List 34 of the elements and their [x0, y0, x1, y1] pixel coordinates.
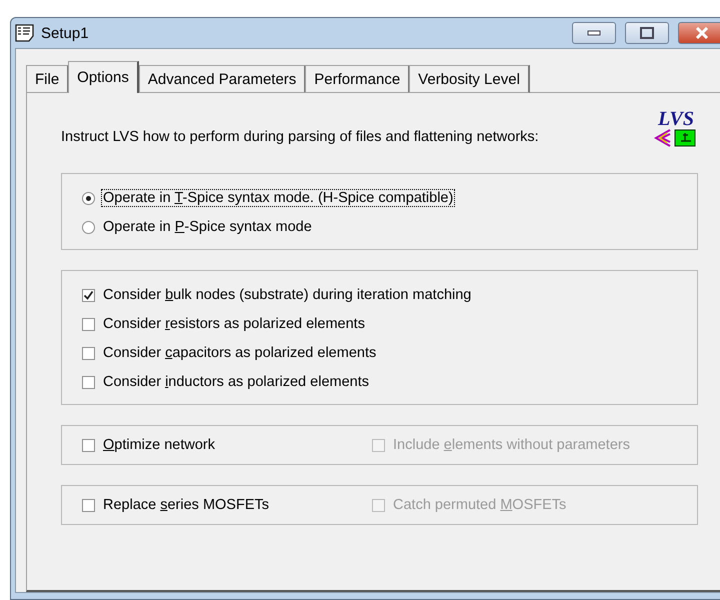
window-icon [15, 24, 35, 42]
option-label: Operate in T-Spice syntax mode. (H-Spice compatible) [102, 190, 454, 206]
close-button[interactable] [678, 22, 720, 44]
tab[interactable]: Advanced Parameters [138, 65, 306, 93]
instruction-text: Instruct LVS how to perform during parsing of files and flattening networks: [61, 129, 539, 145]
radio-button[interactable] [82, 192, 95, 204]
logo-text: LVS [658, 109, 694, 129]
option-label: Operate in P-Spice syntax mode [102, 219, 313, 235]
option-label: Catch permuted MOSFETs [392, 497, 568, 513]
option-label: Consider capacitors as polarized elements [102, 345, 378, 361]
checkbox[interactable] [82, 438, 95, 452]
checkbox[interactable] [82, 288, 95, 302]
option-label: Optimize network [102, 437, 216, 453]
option-label: Replace series MOSFETs [102, 497, 270, 513]
option-label: Consider inductors as polarized elements [102, 374, 370, 390]
maximize-icon [640, 27, 654, 39]
tab[interactable]: Performance [305, 65, 410, 93]
window-title: Setup1 [41, 24, 90, 42]
checkbox[interactable] [82, 498, 95, 512]
tab[interactable]: Options [68, 61, 139, 93]
option-label: Consider resistors as polarized elements [102, 316, 366, 332]
option-label: Consider bulk nodes (substrate) during iteration matching [102, 287, 472, 303]
checkbox[interactable] [82, 376, 95, 388]
tab[interactable]: File [26, 65, 70, 93]
checkbox[interactable] [82, 318, 95, 330]
tab[interactable]: Verbosity Level [409, 65, 530, 93]
minimize-button[interactable] [572, 22, 616, 44]
checkbox[interactable] [82, 346, 95, 360]
option-label: Include elements without parameters [392, 437, 631, 453]
maximize-button[interactable] [625, 22, 669, 44]
radio-button[interactable] [82, 220, 95, 234]
close-icon [695, 27, 709, 39]
minimize-icon [587, 30, 601, 36]
logo-icon [654, 129, 698, 147]
